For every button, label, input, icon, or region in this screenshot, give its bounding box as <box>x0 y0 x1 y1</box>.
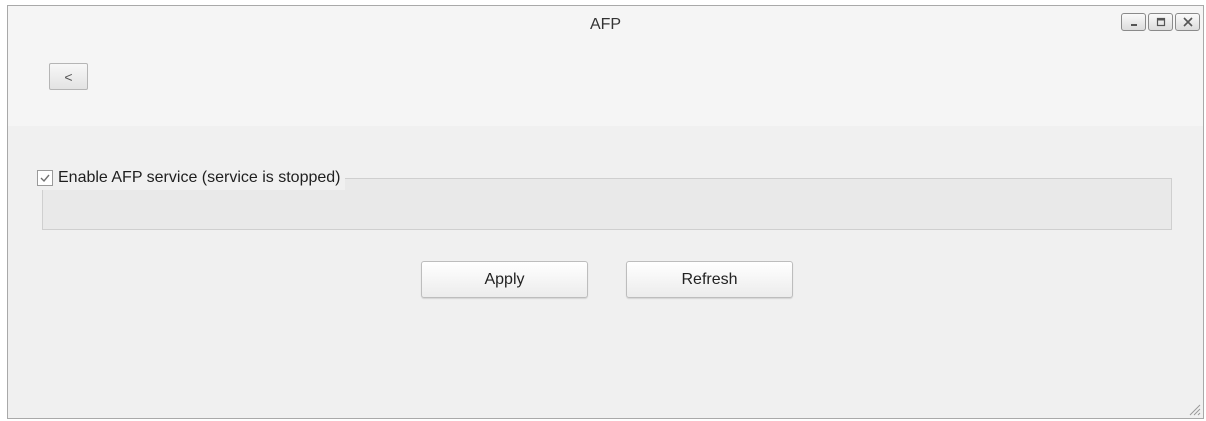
window-header: AFP < <box>8 6 1203 126</box>
checkmark-icon <box>40 174 50 183</box>
minimize-button[interactable] <box>1121 13 1146 31</box>
back-button[interactable]: < <box>49 63 88 90</box>
content-area: Enable AFP service (service is stopped) … <box>8 126 1203 418</box>
maximize-button[interactable] <box>1148 13 1173 31</box>
window-controls <box>1121 13 1200 31</box>
resize-grip-icon[interactable] <box>1187 402 1201 416</box>
enable-afp-checkbox[interactable] <box>37 170 53 186</box>
enable-afp-label[interactable]: Enable AFP service (service is stopped) <box>58 169 341 187</box>
minimize-icon <box>1130 24 1137 26</box>
apply-button[interactable]: Apply <box>421 261 588 298</box>
window-title: AFP <box>589 16 622 33</box>
enable-afp-legend: Enable AFP service (service is stopped) <box>35 166 345 190</box>
close-button[interactable] <box>1175 13 1200 31</box>
maximize-icon <box>1156 17 1165 27</box>
refresh-button[interactable]: Refresh <box>626 261 793 298</box>
close-icon <box>1182 17 1193 27</box>
afp-window: AFP < Enable AFP service (service is sto… <box>7 5 1204 419</box>
